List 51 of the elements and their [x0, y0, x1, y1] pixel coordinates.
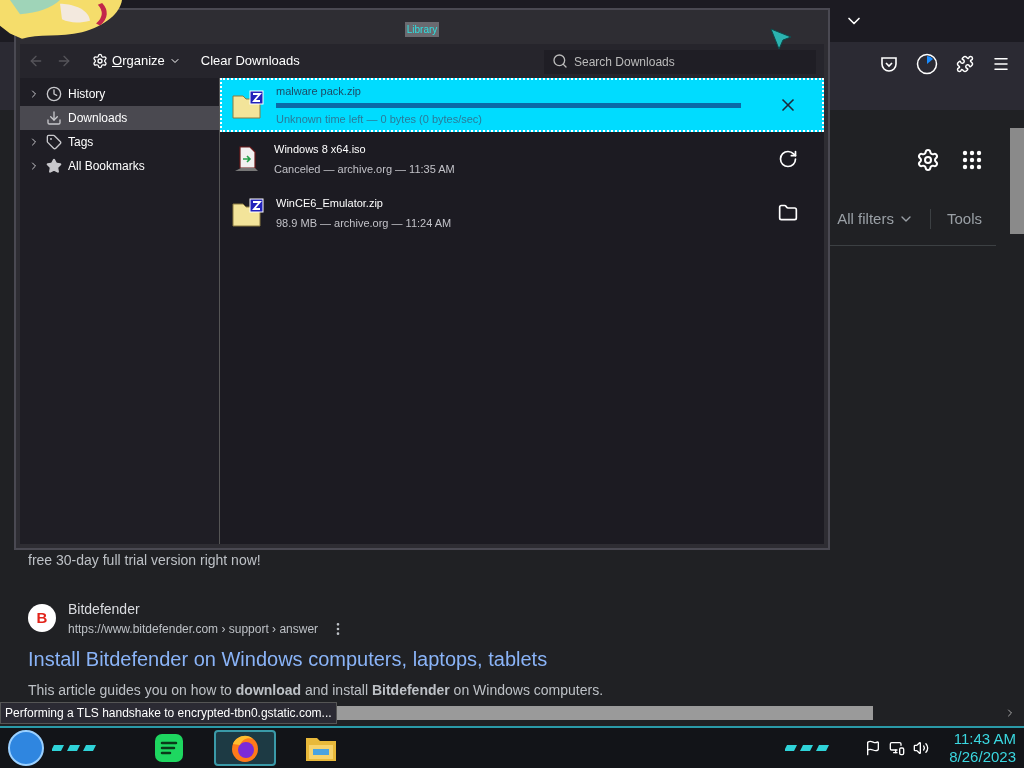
tag-icon: [46, 134, 62, 150]
extensions-icon[interactable]: [956, 55, 974, 73]
file-name: WinCE6_Emulator.zip: [276, 196, 384, 211]
tools-button[interactable]: Tools: [946, 208, 982, 231]
apps-grid-icon[interactable]: [962, 150, 982, 170]
organize-button[interactable]: Organize: [92, 51, 181, 71]
zip-folder-icon: [232, 198, 264, 228]
site-favicon: B: [28, 604, 56, 632]
sidebar-item[interactable]: All Bookmarks: [20, 154, 219, 178]
sidebar-item[interactable]: History: [20, 82, 219, 106]
result-url: https://www.bitdefender.com › support › answer: [68, 620, 319, 638]
retry-icon: [778, 149, 798, 169]
window-title: Library: [404, 21, 440, 37]
horizontal-scrollbar[interactable]: [336, 706, 873, 720]
download-item[interactable]: malware pack.zip Unknown time left — 0 bytes (0 bytes/sec): [220, 78, 824, 132]
download-icon: [46, 110, 62, 126]
folder-icon: [778, 203, 798, 223]
zip-folder-icon: [232, 90, 264, 120]
result-snippet: This article guides you on how to download and install Bitdefender on Windows computers.: [28, 680, 605, 700]
site-name: Bitdefender: [68, 599, 141, 619]
result-link[interactable]: Install Bitdefender on Windows computers, laptops, tablets: [28, 643, 1024, 674]
gear-icon: [92, 53, 108, 69]
download-status: Canceled — archive.org — 11:35 AM: [274, 161, 456, 177]
start-button[interactable]: [8, 730, 44, 766]
profile-icon[interactable]: [916, 53, 938, 75]
clock-icon: [46, 86, 62, 102]
sidebar-item[interactable]: Tags: [20, 130, 219, 154]
scrollbar[interactable]: [1010, 128, 1024, 234]
clock[interactable]: 11:43 AM 8/26/2023: [949, 730, 1016, 766]
download-status: 98.9 MB — archive.org — 11:24 AM: [276, 215, 453, 231]
menu-icon[interactable]: [992, 55, 1010, 73]
search-field[interactable]: Search Downloads: [544, 50, 816, 74]
download-item[interactable]: WinCE6_Emulator.zip 98.9 MB — archive.org — 11:24 AM: [220, 186, 824, 240]
clear-downloads-button[interactable]: Clear Downloads: [200, 51, 300, 71]
settings-icon[interactable]: [916, 148, 940, 172]
pocket-icon[interactable]: [880, 55, 898, 73]
download-status: Unknown time left — 0 bytes (0 bytes/sec): [276, 111, 484, 127]
file-name: malware pack.zip: [276, 84, 362, 99]
file-name: Windows 8 x64.iso: [274, 142, 367, 157]
network-icon[interactable]: [889, 740, 906, 756]
sidebar-item[interactable]: Downloads: [20, 106, 219, 130]
volume-icon[interactable]: [913, 740, 930, 756]
taskbar-app[interactable]: [214, 730, 276, 766]
download-item[interactable]: Windows 8 x64.iso Canceled — archive.org — 11:35 AM: [220, 132, 824, 186]
search-icon: [552, 53, 568, 69]
flag-icon[interactable]: [865, 740, 882, 756]
all-filters-button[interactable]: All filters: [837, 208, 914, 231]
star-icon: [46, 158, 62, 174]
result-snippet: free 30-day full trial version right now!: [28, 550, 262, 570]
status-bar: Performing a TLS handshake to encrypted-tbn0.gstatic.com...: [0, 702, 337, 724]
music-app-icon[interactable]: [154, 733, 184, 763]
